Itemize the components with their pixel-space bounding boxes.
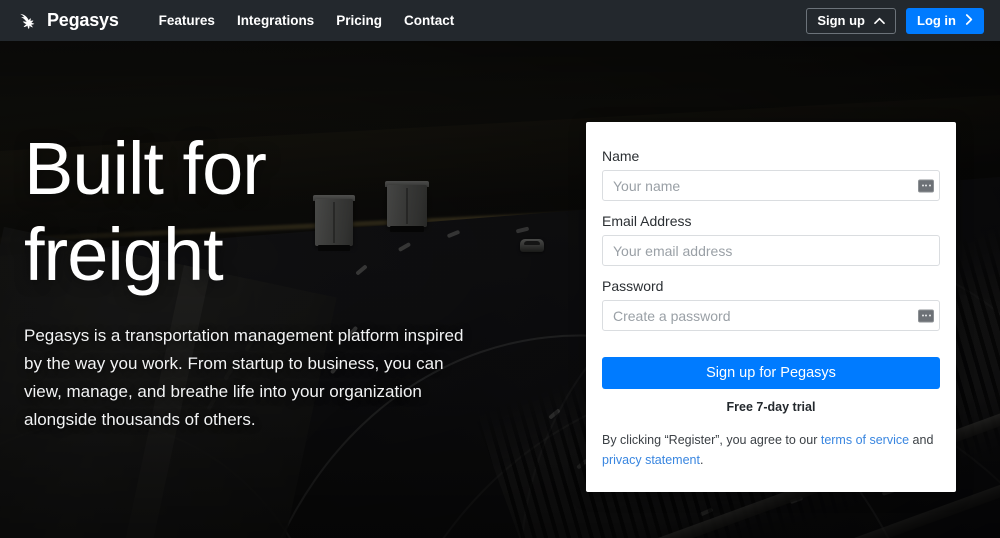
password-label: Password bbox=[602, 278, 664, 294]
password-input-wrap bbox=[602, 300, 940, 331]
hero-title-line-1: Built for bbox=[24, 127, 267, 210]
hero-copy: Built for freight Pegasys is a transport… bbox=[24, 126, 524, 434]
password-input[interactable] bbox=[602, 300, 940, 331]
signup-button-label: Sign up bbox=[817, 13, 865, 28]
chevron-up-icon bbox=[874, 13, 885, 28]
email-field[interactable] bbox=[602, 235, 940, 266]
trial-note: Free 7-day trial bbox=[726, 400, 816, 414]
autofill-icon[interactable] bbox=[918, 179, 934, 192]
legal-disclaimer: By clicking “Register”, you agree to our… bbox=[602, 430, 940, 470]
nav-link-features[interactable]: Features bbox=[159, 13, 215, 28]
pegasus-wing-icon bbox=[18, 10, 40, 32]
form-field-password: Password bbox=[602, 278, 940, 331]
legal-text-middle: and bbox=[909, 433, 934, 447]
email-input-wrap bbox=[602, 235, 940, 266]
form-field-email: Email Address bbox=[602, 213, 940, 266]
privacy-statement-link[interactable]: privacy statement bbox=[602, 453, 700, 467]
landing-page: Pegasys Features Integrations Pricing Co… bbox=[0, 0, 1000, 538]
nav-link-contact[interactable]: Contact bbox=[404, 13, 454, 28]
top-navbar: Pegasys Features Integrations Pricing Co… bbox=[0, 0, 1000, 41]
signup-form-card: Name Email Address Password S bbox=[586, 122, 956, 492]
nav-link-pricing[interactable]: Pricing bbox=[336, 13, 382, 28]
name-input-wrap bbox=[602, 170, 940, 201]
nav-link-integrations[interactable]: Integrations bbox=[237, 13, 314, 28]
hero-description: Pegasys is a transportation management p… bbox=[24, 326, 464, 429]
legal-text-after: . bbox=[699, 453, 704, 467]
brand-logo[interactable]: Pegasys bbox=[18, 10, 119, 32]
name-label: Name bbox=[602, 148, 640, 164]
form-field-name: Name bbox=[602, 148, 940, 201]
page-title: Built for freight bbox=[24, 126, 524, 298]
primary-nav: Features Integrations Pricing Contact bbox=[159, 13, 455, 28]
name-input[interactable] bbox=[602, 170, 940, 201]
hero-title-line-2: freight bbox=[24, 213, 224, 296]
chevron-right-icon bbox=[965, 13, 973, 28]
legal-text-before: By clicking “Register”, you agree to our bbox=[602, 433, 821, 447]
autofill-icon[interactable] bbox=[918, 309, 934, 322]
brand-name: Pegasys bbox=[47, 10, 119, 30]
nav-actions: Sign up Log in bbox=[806, 7, 984, 34]
signup-submit-button[interactable]: Sign up for Pegasys bbox=[602, 357, 940, 389]
login-button-label: Log in bbox=[917, 13, 956, 28]
email-label: Email Address bbox=[602, 213, 692, 229]
signup-button[interactable]: Sign up bbox=[806, 7, 896, 34]
login-button[interactable]: Log in bbox=[906, 7, 984, 34]
terms-of-service-link[interactable]: terms of service bbox=[821, 433, 909, 447]
